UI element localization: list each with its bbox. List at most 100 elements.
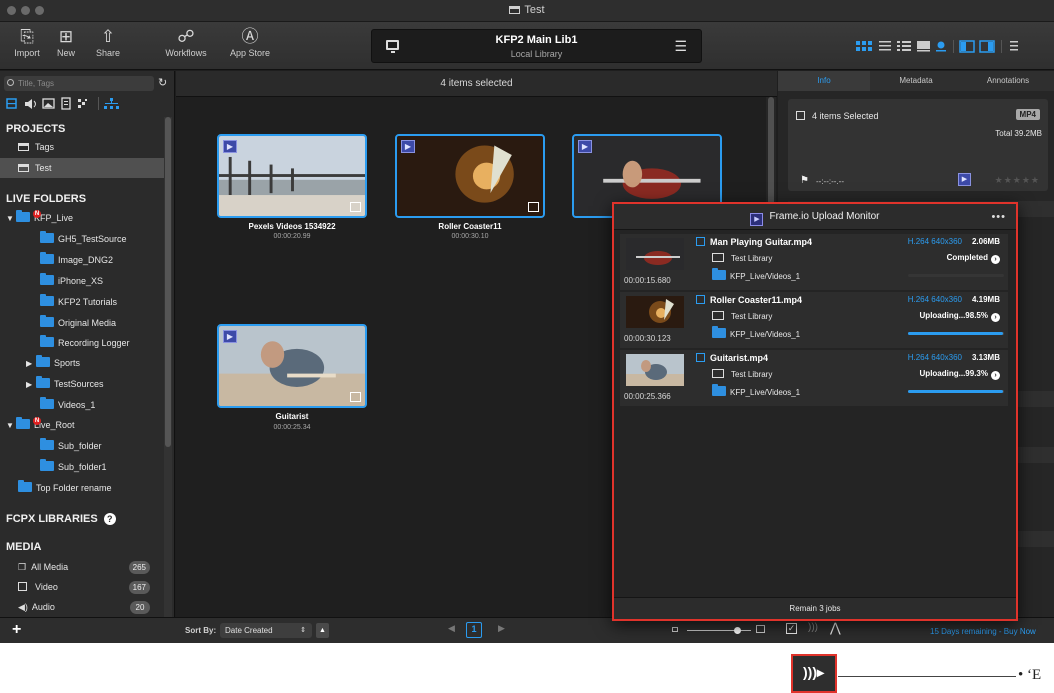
zoom-slider-knob[interactable]	[734, 627, 741, 634]
film-icon	[18, 582, 27, 591]
folder-icon	[40, 252, 54, 264]
job-filename: Man Playing Guitar.mp4	[696, 237, 812, 247]
clip-name: Guitarist	[275, 412, 309, 421]
media-item-video[interactable]: Video 167	[0, 577, 164, 597]
scrollbar-thumb[interactable]	[165, 117, 171, 447]
tab-metadata[interactable]: Metadata	[870, 71, 962, 91]
live-folder-live-root[interactable]: ▼ N Live_Root	[0, 415, 164, 435]
clip-thumbnail[interactable]: ▶	[217, 324, 367, 408]
job-codec: H.264 640x360	[907, 295, 962, 304]
select-arrows-icon: ⇕	[300, 627, 306, 634]
media-item-audio[interactable]: ◀) Audio 20	[0, 597, 164, 617]
job-size: 3.13MB	[971, 353, 1000, 362]
film-icon	[350, 392, 361, 402]
upload-job[interactable]: 00:00:15.680 Man Playing Guitar.mp4 Test…	[620, 234, 1008, 290]
folder-item[interactable]: Image_DNG2	[0, 250, 164, 270]
left-panel-icon	[959, 40, 975, 53]
new-button[interactable]: ⊞ New	[43, 26, 89, 58]
tab-info[interactable]: Info	[778, 71, 870, 91]
folder-icon	[40, 335, 54, 347]
folder-icon	[40, 397, 54, 409]
grid-view-icon	[856, 41, 872, 51]
disclosure-closed-icon[interactable]: ▶	[26, 354, 36, 374]
workflows-button[interactable]: ☍ Workflows	[163, 26, 209, 58]
folder-item[interactable]: Videos_1	[0, 395, 164, 415]
folder-item[interactable]: GH5_TestSource	[0, 229, 164, 249]
frameio-badge-icon: ▶	[401, 140, 415, 153]
add-icon[interactable]: +	[12, 621, 21, 639]
folder-item[interactable]: KFP2 Tutorials	[0, 292, 164, 312]
folder-item[interactable]: Sub_folder	[0, 436, 164, 456]
flag-icon[interactable]: ⚑	[800, 175, 809, 186]
folder-icon	[36, 355, 50, 367]
zoom-slider[interactable]	[687, 630, 751, 631]
help-icon[interactable]: ?	[103, 513, 116, 525]
library-selector[interactable]: KFP2 Main Lib1 Local Library ☰	[371, 29, 702, 63]
sort-select[interactable]: Date Created ⇕	[220, 623, 312, 638]
job-status[interactable]: Completed ›	[947, 253, 1000, 264]
upload-monitor-header: ▶ Frame.io Upload Monitor •••	[614, 204, 1016, 230]
tab-annotations[interactable]: Annotations	[962, 71, 1054, 91]
project-item-tags[interactable]: Tags	[0, 137, 164, 157]
folder-item[interactable]: Original Media	[0, 313, 164, 333]
view-mode-group	[856, 40, 1054, 56]
view-mode-icons[interactable]	[856, 40, 1054, 54]
clip-thumbnail[interactable]: ▶	[217, 134, 367, 218]
audio-filter-icon	[25, 99, 36, 109]
settings-list-icon	[1010, 41, 1018, 51]
folder-icon	[40, 231, 54, 243]
disclosure-open-icon[interactable]: ▼	[6, 416, 16, 436]
disclosure-closed-icon[interactable]: ▶	[26, 375, 36, 395]
upload-job[interactable]: 00:00:25.366 Guitarist.mp4 Test Library …	[620, 350, 1008, 406]
search-input[interactable]: Title, Tags	[4, 76, 154, 91]
upload-job[interactable]: 00:00:30.123 Roller Coaster11.mp4 Test L…	[620, 292, 1008, 348]
job-status[interactable]: Uploading...99.3% ›	[920, 369, 1000, 380]
workflows-icon: ☍	[177, 27, 195, 46]
page-number[interactable]: 1	[466, 622, 482, 638]
live-folder-kfp-live[interactable]: ▼ N KFP_Live	[0, 208, 164, 228]
job-status[interactable]: Uploading...98.5% ›	[920, 311, 1000, 322]
folder-item[interactable]: Recording Logger	[0, 333, 164, 353]
job-path: KFP_Live/Videos_1	[712, 326, 800, 339]
next-page-icon[interactable]: ▶	[498, 623, 505, 634]
folder-item-top[interactable]: Top Folder rename	[0, 478, 164, 498]
zoom-out-icon[interactable]	[672, 627, 678, 632]
app-store-button[interactable]: Ⓐ App Store	[225, 26, 275, 58]
sort-direction-button[interactable]: ▲	[316, 623, 329, 638]
more-options-icon[interactable]: •••	[991, 204, 1006, 230]
refresh-icon[interactable]: ↻	[158, 76, 167, 89]
library-list-icon[interactable]: ☰	[674, 38, 687, 55]
clip-name: Roller Coaster11	[438, 222, 502, 231]
folder-item-testsources[interactable]: ▶ TestSources	[0, 374, 164, 394]
share-button[interactable]: ⇧ Share	[85, 26, 131, 58]
upload-monitor-icon[interactable]: )))	[808, 622, 818, 633]
filmstrip-view-icon	[917, 41, 930, 52]
cube-icon: ❒	[18, 562, 27, 572]
folder-item-sports[interactable]: ▶ Sports	[0, 353, 164, 373]
frameio-badge-icon: ▶	[578, 140, 592, 153]
nodes-icon[interactable]: ⋀	[830, 620, 841, 636]
media-item-all[interactable]: ❒ All Media 265	[0, 557, 164, 577]
trial-link[interactable]: 15 Days remaining - Buy Now	[930, 627, 1036, 636]
project-item-test[interactable]: Test	[0, 158, 164, 178]
frameio-icon[interactable]: ▶	[958, 173, 971, 186]
zoom-in-icon[interactable]	[756, 625, 765, 633]
filter-icons[interactable]	[6, 97, 146, 111]
clip-thumbnail[interactable]: ▶	[395, 134, 545, 218]
window-title: Test	[0, 4, 1054, 16]
detail-list-icon	[897, 41, 911, 51]
disclosure-open-icon[interactable]: ▼	[6, 209, 16, 229]
folder-item[interactable]: Sub_folder1	[0, 457, 164, 477]
rating-stars[interactable]: ★★★★★	[995, 175, 1040, 186]
clip-duration: 00:00:25.34	[273, 424, 311, 431]
prev-page-icon[interactable]: ◀	[448, 623, 455, 634]
checkbox-icon[interactable]: ✓	[786, 623, 797, 634]
project-icon	[18, 143, 29, 151]
folder-icon	[18, 480, 32, 492]
frameio-badge-icon: ▶	[223, 330, 237, 343]
folder-item[interactable]: iPhone_XS	[0, 271, 164, 291]
sidebar-scrollbar[interactable]	[164, 117, 172, 617]
other-filter-icon	[78, 99, 87, 108]
frameio-logo-icon: ▶	[750, 213, 764, 226]
project-icon	[509, 6, 521, 14]
